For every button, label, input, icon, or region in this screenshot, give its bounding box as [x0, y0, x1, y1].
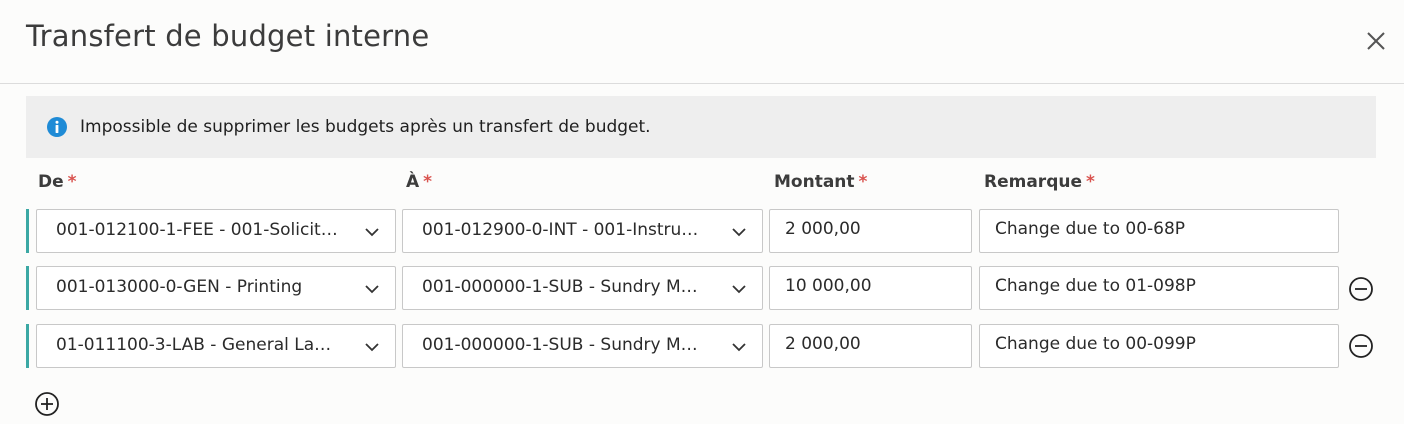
- add-row-button[interactable]: [34, 391, 60, 417]
- chevron-down-icon: [732, 285, 746, 294]
- dialog-title: Transfert de budget interne: [26, 19, 430, 53]
- chevron-down-icon: [732, 343, 746, 352]
- amount-input[interactable]: [769, 266, 972, 310]
- budget-transfer-dialog: Transfert de budget interne Impossible d…: [0, 0, 1404, 424]
- required-marker: *: [1086, 172, 1095, 192]
- info-icon: [47, 117, 67, 137]
- minus-circle-icon: [1349, 277, 1373, 301]
- chevron-down-icon: [365, 285, 379, 294]
- column-label-amount-text: Montant: [774, 172, 855, 192]
- from-account-select[interactable]: 01-011100-3-LAB - General Labour: [36, 324, 396, 368]
- row-accent-bar: [26, 266, 29, 310]
- amount-input[interactable]: [769, 209, 972, 253]
- chevron-down-icon: [732, 228, 746, 237]
- column-label-from-text: De: [38, 172, 64, 192]
- dialog-header: Transfert de budget interne: [0, 0, 1404, 84]
- close-button[interactable]: [1361, 26, 1391, 56]
- from-account-select[interactable]: 001-013000-0-GEN - Printing: [36, 266, 396, 310]
- row-accent-bar: [26, 324, 29, 368]
- chevron-down-icon: [365, 228, 379, 237]
- amount-input[interactable]: [769, 324, 972, 368]
- remark-input[interactable]: [979, 324, 1339, 368]
- required-marker: *: [423, 172, 433, 192]
- chevron-down-icon: [365, 343, 379, 352]
- minus-circle-icon: [1349, 334, 1373, 358]
- from-account-value: 01-011100-3-LAB - General Labour: [56, 335, 339, 355]
- info-banner-text: Impossible de supprimer les budgets aprè…: [80, 117, 651, 137]
- to-account-value: 001-000000-1-SUB - Sundry Materials: [422, 277, 706, 297]
- column-label-from: De *: [38, 172, 77, 192]
- from-account-value: 001-012100-1-FEE - 001-Solicitation Fees: [56, 220, 339, 240]
- column-label-to: À *: [406, 172, 432, 192]
- from-account-select[interactable]: 001-012100-1-FEE - 001-Solicitation Fees: [36, 209, 396, 253]
- column-label-remark-text: Remarque: [984, 172, 1082, 192]
- column-label-to-text: À: [406, 172, 420, 192]
- to-account-select[interactable]: 001-012900-0-INT - 001-Instructions: [402, 209, 763, 253]
- to-account-select[interactable]: 001-000000-1-SUB - Sundry Materials: [402, 324, 763, 368]
- plus-circle-icon: [35, 392, 59, 416]
- column-label-amount: Montant *: [774, 172, 867, 192]
- info-banner: Impossible de supprimer les budgets aprè…: [26, 96, 1376, 158]
- column-label-remark: Remarque *: [984, 172, 1095, 192]
- from-account-value: 001-013000-0-GEN - Printing: [56, 277, 303, 297]
- close-icon: [1367, 32, 1385, 50]
- remove-row-button[interactable]: [1348, 333, 1374, 359]
- remove-row-button[interactable]: [1348, 276, 1374, 302]
- remark-input[interactable]: [979, 266, 1339, 310]
- remark-input[interactable]: [979, 209, 1339, 253]
- to-account-value: 001-012900-0-INT - 001-Instructions: [422, 220, 706, 240]
- required-marker: *: [858, 172, 868, 192]
- to-account-select[interactable]: 001-000000-1-SUB - Sundry Materials: [402, 266, 763, 310]
- to-account-value: 001-000000-1-SUB - Sundry Materials: [422, 335, 706, 355]
- row-accent-bar: [26, 209, 29, 253]
- required-marker: *: [67, 172, 77, 192]
